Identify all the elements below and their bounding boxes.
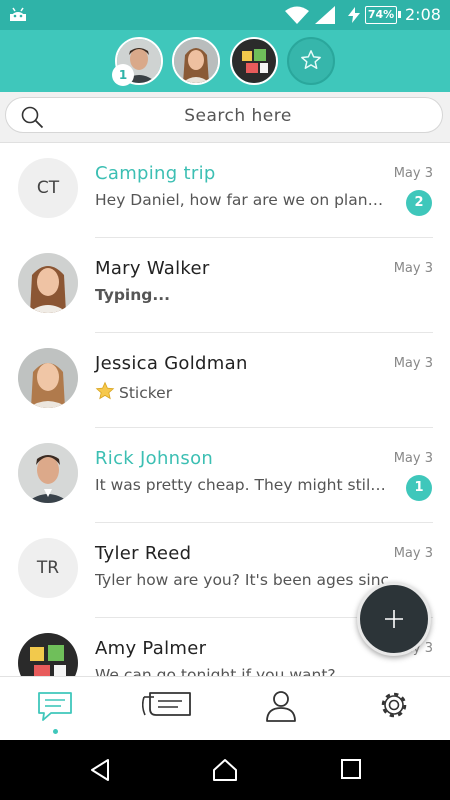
favorites-star-button[interactable] (287, 37, 335, 85)
star-icon (301, 50, 321, 69)
unread-badge: 1 (406, 475, 432, 501)
favorite-unread-badge: 1 (112, 64, 134, 86)
signal-icon (315, 6, 335, 24)
search-bar (0, 92, 450, 143)
contact-name: Jessica Goldman (95, 353, 248, 374)
avatar (18, 348, 78, 408)
clock: 2:08 (405, 5, 441, 24)
search-box[interactable] (5, 97, 443, 133)
conversation-row[interactable]: Jessica Goldman May 3 Sticker (0, 333, 450, 428)
contacts-icon (266, 691, 296, 722)
message-date: May 3 (393, 356, 433, 371)
avatar: CT (18, 158, 78, 218)
message-preview-row: Sticker (95, 381, 388, 402)
avatar-initials: TR (36, 558, 60, 578)
conversation-row[interactable]: CT Camping trip May 3 Hey Daniel, how fa… (0, 143, 450, 238)
message-date: May 3 (393, 546, 433, 561)
contact-name: Amy Palmer (95, 638, 207, 659)
bottom-navigation (0, 676, 450, 741)
nav-chats[interactable] (30, 689, 80, 729)
message-preview: Tyler how are you? It's been ages since … (95, 571, 388, 589)
new-conversation-button[interactable] (357, 582, 431, 656)
favorites-bar: 1 (0, 30, 450, 92)
message-date: May 3 (393, 261, 433, 276)
favorite-group-avatar[interactable] (230, 37, 278, 85)
avatar (18, 633, 78, 676)
recents-icon[interactable] (340, 758, 362, 780)
system-navigation (0, 740, 450, 800)
wifi-icon (285, 6, 309, 24)
back-icon[interactable] (88, 758, 112, 782)
nav-settings[interactable] (369, 689, 419, 729)
android-icon (10, 7, 26, 21)
contact-name: Camping trip (95, 163, 216, 184)
avatar (18, 253, 78, 313)
message-preview: Hey Daniel, how far are we on planning t… (95, 191, 388, 209)
message-preview: It was pretty cheap. They might still ha… (95, 476, 388, 494)
chats-icon (38, 692, 72, 721)
conversation-row[interactable]: Mary Walker May 3 Typing... (0, 238, 450, 333)
search-icon (21, 106, 44, 129)
settings-icon (381, 692, 407, 718)
conversation-row[interactable]: Rick Johnson May 3 It was pretty cheap. … (0, 428, 450, 523)
message-date: May 3 (393, 166, 433, 181)
home-icon[interactable] (212, 758, 238, 782)
contact-name: Mary Walker (95, 258, 210, 279)
message-preview: We can go tonight if you want? (95, 666, 336, 676)
charging-icon (348, 7, 360, 23)
star-icon (95, 381, 115, 400)
unread-badge: 2 (406, 190, 432, 216)
message-preview: Sticker (119, 384, 173, 402)
message-date: May 3 (393, 451, 433, 466)
search-input[interactable] (66, 102, 410, 130)
battery-indicator: 74% (365, 6, 401, 24)
contact-name: Rick Johnson (95, 448, 214, 469)
avatar-initials: CT (36, 178, 60, 198)
avatar (18, 443, 78, 503)
typing-indicator: Typing... (95, 286, 171, 304)
nav-groups[interactable] (142, 689, 192, 729)
favorite-contact-avatar[interactable] (172, 37, 220, 85)
avatar: TR (18, 538, 78, 598)
contact-name: Tyler Reed (95, 543, 192, 564)
nav-contacts[interactable] (256, 689, 306, 729)
plus-icon (385, 610, 403, 628)
groups-icon (142, 692, 191, 716)
active-tab-indicator (53, 729, 58, 734)
status-bar: 74% 2:08 (0, 0, 450, 30)
